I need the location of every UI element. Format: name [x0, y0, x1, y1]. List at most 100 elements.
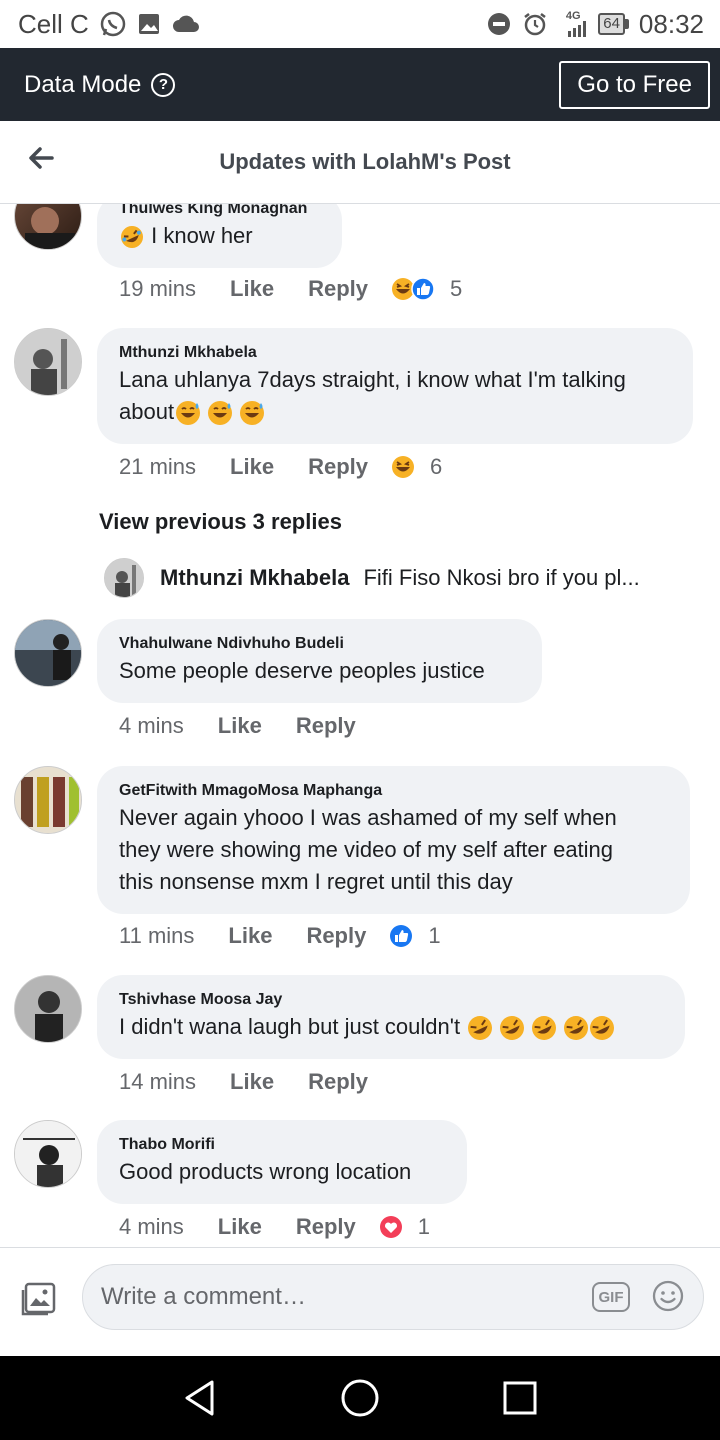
comment-bubble[interactable]: Mthunzi Mkhabela Lana uhlanya 7days stra…	[97, 328, 693, 444]
reply-button[interactable]: Reply	[308, 1069, 368, 1095]
reply-preview[interactable]: Mthunzi Mkhabela Fifi Fiso Nkosi bro if …	[104, 558, 684, 598]
reaction-summary[interactable]: 1	[378, 1214, 430, 1240]
data-mode-label: Data Mode	[24, 70, 142, 98]
status-bar: Cell C 4G 64 08:32	[0, 0, 720, 48]
avatar[interactable]	[14, 328, 82, 396]
reaction-summary[interactable]: 5	[390, 276, 462, 302]
data-mode-bar: Data Mode ? Go to Free	[0, 48, 720, 121]
haha-reaction-icon	[392, 456, 414, 478]
reaction-count: 1	[417, 1214, 430, 1239]
reply-button[interactable]: Reply	[308, 276, 368, 302]
reply-button[interactable]: Reply	[306, 923, 366, 949]
clock: 08:32	[638, 8, 704, 39]
avatar[interactable]	[14, 619, 82, 687]
comment-text-line3: this nonsense mxm I regret until this da…	[119, 869, 513, 894]
home-circle-icon[interactable]	[338, 1376, 382, 1420]
dnd-icon	[486, 11, 512, 37]
comment-text: I didn't wana laugh but just couldn't	[119, 1014, 461, 1039]
avatar[interactable]	[104, 558, 144, 598]
comment-author[interactable]: Vhahulwane Ndivhuho Budeli	[119, 633, 520, 655]
comment-time: 21 mins	[119, 454, 197, 479]
avatar[interactable]	[14, 1120, 82, 1188]
avatar[interactable]	[14, 975, 82, 1043]
system-nav-bar	[0, 1356, 720, 1440]
reaction-summary[interactable]: 6	[390, 454, 442, 480]
cloud-icon	[171, 13, 201, 35]
comment-bubble[interactable]: Thulwes King Monaghan I know her	[97, 204, 342, 268]
screen: Cell C 4G 64 08:32 Data Mode ? Go to Fre…	[0, 0, 720, 1440]
comment-time: 11 mins	[119, 923, 195, 948]
comment-text-line2: they were showing me video of my self af…	[119, 837, 614, 862]
photo-icon[interactable]	[20, 1280, 60, 1320]
love-reaction-icon	[379, 1216, 402, 1238]
sweat-smile-emoji-icon	[176, 401, 265, 426]
back-triangle-icon[interactable]	[178, 1376, 222, 1420]
recents-square-icon[interactable]	[498, 1376, 542, 1420]
gif-button[interactable]: GIF	[592, 1282, 630, 1312]
comments-list[interactable]: Thulwes King Monaghan I know her 19 mins…	[0, 204, 720, 1247]
like-button[interactable]: Like	[228, 923, 272, 949]
gallery-icon	[137, 12, 161, 36]
back-arrow-icon[interactable]	[26, 143, 56, 173]
carrier-label: Cell C	[18, 8, 89, 39]
comment-author[interactable]: Tshivhase Moosa Jay	[119, 989, 663, 1011]
comment-meta: 21 mins Like Reply 6	[119, 454, 442, 480]
comment-time: 4 mins	[119, 713, 184, 738]
comment-time: 4 mins	[119, 1214, 184, 1239]
comment-text: Good products wrong location	[119, 1159, 412, 1184]
like-button[interactable]: Like	[218, 713, 262, 739]
comment-meta: 11 mins Like Reply 1	[119, 923, 441, 949]
view-previous-replies-link[interactable]: View previous 3 replies	[99, 509, 342, 535]
like-button[interactable]: Like	[218, 1214, 262, 1240]
like-button[interactable]: Like	[230, 454, 274, 480]
comment-text: I know her	[151, 223, 253, 248]
comment-author[interactable]: Thabo Morifi	[119, 1134, 445, 1156]
rofl-emoji-icon	[468, 1016, 615, 1041]
comment-text-line1: Never again yhooo I was ashamed of my se…	[119, 805, 617, 830]
reaction-count: 6	[430, 454, 443, 479]
reply-author[interactable]: Mthunzi Mkhabela	[160, 565, 349, 591]
network-type: 4G	[565, 10, 581, 22]
comment-author[interactable]: Mthunzi Mkhabela	[119, 342, 671, 364]
page-title: Updates with LolahM's Post	[219, 149, 511, 174]
alarm-icon	[522, 11, 548, 37]
emoji-smile-icon[interactable]	[651, 1279, 685, 1313]
avatar[interactable]	[14, 204, 82, 250]
reaction-count: 1	[428, 923, 441, 948]
comment-time: 19 mins	[119, 276, 197, 301]
help-icon[interactable]: ?	[151, 72, 176, 97]
comment-meta: 19 mins Like Reply 5	[119, 276, 462, 302]
go-to-free-button[interactable]: Go to Free	[559, 60, 710, 109]
comment-bubble[interactable]: Tshivhase Moosa Jay I didn't wana laugh …	[97, 975, 685, 1059]
comment-author[interactable]: Thulwes King Monaghan	[119, 204, 320, 220]
comment-text-line1: Lana uhlanya 7days straight, i know what…	[119, 367, 626, 392]
like-reaction-icon	[411, 277, 435, 301]
like-button[interactable]: Like	[230, 276, 274, 302]
reply-button[interactable]: Reply	[296, 713, 356, 739]
comment-composer: GIF	[0, 1247, 720, 1356]
battery-level: 64	[598, 13, 625, 35]
page-header: Updates with LolahM's Post	[0, 121, 720, 204]
comment-bubble[interactable]: GetFitwith MmagoMosa Maphanga Never agai…	[97, 766, 690, 914]
rofl-emoji-icon	[121, 226, 143, 249]
comment-author[interactable]: GetFitwith MmagoMosa Maphanga	[119, 780, 668, 802]
like-button[interactable]: Like	[230, 1069, 274, 1095]
battery-icon: 64	[598, 13, 629, 35]
reaction-summary[interactable]: 1	[388, 923, 441, 949]
signal-icon: 4G	[558, 11, 588, 37]
reaction-count: 5	[450, 276, 463, 301]
like-reaction-icon	[390, 925, 413, 947]
reply-button[interactable]: Reply	[296, 1214, 356, 1240]
reply-button[interactable]: Reply	[308, 454, 368, 480]
comment-text-line2: about	[119, 399, 175, 424]
comment-bubble[interactable]: Thabo Morifi Good products wrong locatio…	[97, 1120, 467, 1204]
avatar[interactable]	[14, 766, 82, 834]
comment-text: Some people deserve peoples justice	[119, 658, 485, 683]
comment-bubble[interactable]: Vhahulwane Ndivhuho Budeli Some people d…	[97, 619, 542, 703]
comment-meta: 4 mins Like Reply	[119, 713, 356, 739]
comment-meta: 14 mins Like Reply	[119, 1069, 368, 1095]
comment-time: 14 mins	[119, 1069, 197, 1094]
reply-text: Fifi Fiso Nkosi bro if you pl...	[363, 565, 640, 590]
whatsapp-icon	[99, 10, 127, 38]
comment-meta: 4 mins Like Reply 1	[119, 1214, 430, 1240]
